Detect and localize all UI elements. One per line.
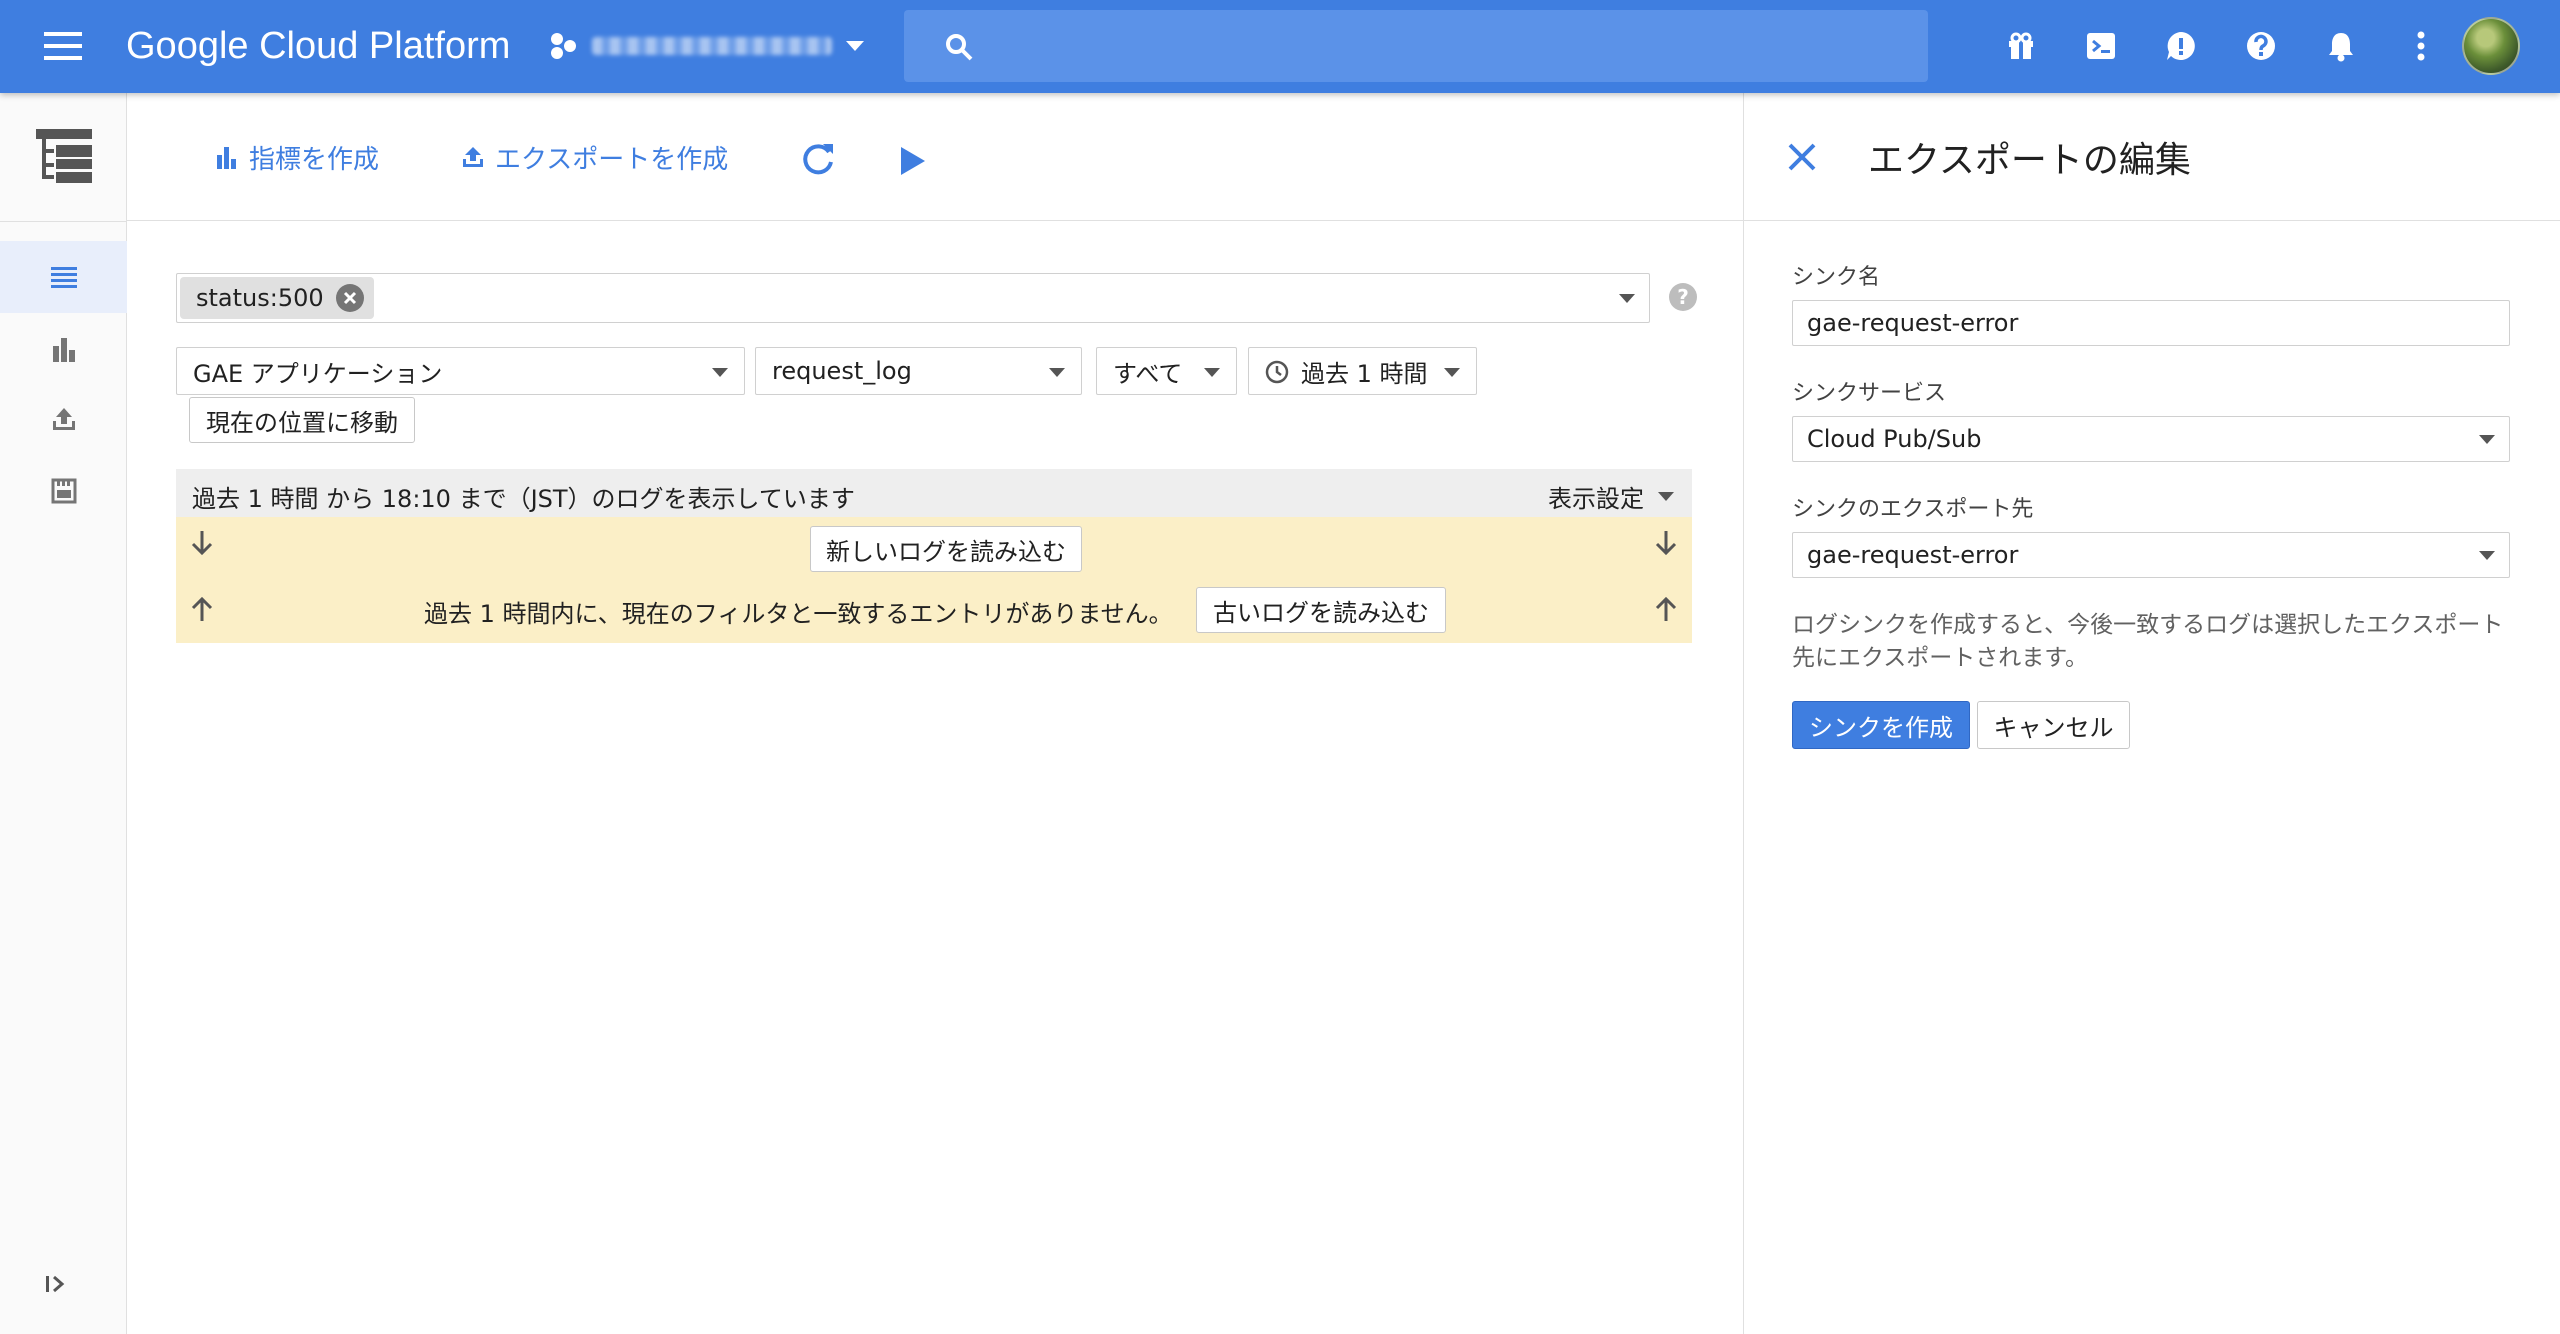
- log-range-header: 過去 1 時間 から 18:10 まで（JST）のログを表示しています 表示設定: [176, 469, 1692, 517]
- view-settings-dropdown[interactable]: 表示設定: [1548, 479, 1674, 514]
- chevron-down-icon: [712, 368, 728, 377]
- rail-divider: [0, 221, 127, 222]
- top-app-bar: Google Cloud Platform: [0, 0, 2560, 93]
- log-name-select[interactable]: request_log: [755, 347, 1082, 395]
- bar-chart-icon: [215, 145, 239, 169]
- gift-icon[interactable]: [2001, 26, 2041, 66]
- sink-name-value: gae-request-error: [1807, 309, 2019, 337]
- filter-chip-label: status:500: [196, 284, 324, 312]
- arrow-up-icon: [1654, 595, 1678, 623]
- chevron-down-icon[interactable]: [1619, 294, 1635, 303]
- sink-service-select[interactable]: Cloud Pub/Sub: [1792, 416, 2510, 462]
- clock-icon: [1265, 360, 1289, 384]
- left-nav-rail: [0, 93, 127, 1334]
- refresh-icon[interactable]: [799, 135, 837, 183]
- chevron-down-icon: [1658, 492, 1674, 501]
- arrow-down-icon: [190, 529, 214, 557]
- log-entries-area: 新しいログを読み込む 過去 1 時間内に、現在のフィルタと一致するエントリがあり…: [176, 517, 1692, 643]
- logs-list-icon: [50, 266, 78, 288]
- export-icon: [51, 406, 77, 432]
- no-entries-message: 過去 1 時間内に、現在のフィルタと一致するエントリがありません。: [424, 600, 1173, 628]
- project-selector[interactable]: [548, 24, 864, 68]
- resource-icon: [51, 478, 77, 504]
- panel-header: エクスポートの編集: [1744, 93, 2560, 221]
- log-range-text: 過去 1 時間 から 18:10 まで（JST）のログを表示しています: [192, 485, 855, 513]
- time-range-select[interactable]: 過去 1 時間: [1248, 347, 1477, 395]
- time-range-select-value: 過去 1 時間: [1301, 359, 1428, 388]
- chevron-down-icon: [2479, 551, 2495, 560]
- search-input[interactable]: [1000, 24, 1900, 68]
- load-newer-logs-button[interactable]: 新しいログを読み込む: [810, 526, 1082, 572]
- panel-title: エクスポートの編集: [1868, 140, 2191, 181]
- sink-destination-value: gae-request-error: [1807, 541, 2019, 569]
- chevron-down-icon: [846, 41, 864, 51]
- brand-title[interactable]: Google Cloud Platform: [126, 20, 510, 72]
- log-level-select-value: すべて: [1113, 359, 1183, 388]
- log-name-select-value: request_log: [772, 357, 912, 385]
- project-name-redacted: [592, 37, 832, 55]
- rail-item-resource-usage[interactable]: [0, 455, 127, 527]
- filter-chip[interactable]: status:500: [180, 277, 374, 319]
- toolbar: 指標を作成 エクスポートを作成: [127, 93, 1743, 221]
- create-export-button[interactable]: エクスポートを作成: [461, 133, 728, 181]
- logs-viewer: 指標を作成 エクスポートを作成 status:500 ? GAE アプリケーショ…: [127, 93, 1743, 1334]
- create-metric-button[interactable]: 指標を作成: [215, 133, 379, 181]
- sink-name-label: シンク名: [1792, 265, 1881, 290]
- view-settings-label: 表示設定: [1548, 485, 1644, 513]
- create-sink-button[interactable]: シンクを作成: [1792, 701, 1970, 749]
- chevron-down-icon: [2479, 435, 2495, 444]
- edit-export-panel: エクスポートの編集 シンク名 gae-request-error シンクサービス…: [1743, 93, 2560, 1334]
- cancel-button[interactable]: キャンセル: [1977, 701, 2130, 749]
- rail-item-logs[interactable]: [0, 241, 127, 313]
- help-icon[interactable]: [2241, 26, 2281, 66]
- sink-service-label: シンクサービス: [1792, 381, 1947, 406]
- sink-destination-select[interactable]: gae-request-error: [1792, 532, 2510, 578]
- arrow-down-icon: [1654, 529, 1678, 557]
- bar-chart-icon: [51, 336, 77, 362]
- notifications-icon[interactable]: [2321, 26, 2361, 66]
- export-icon: [461, 145, 485, 169]
- chevron-down-icon: [1204, 368, 1220, 377]
- sink-help-text: ログシンクを作成すると、今後一致するログは選択したエクスポート先にエクスポートさ…: [1792, 612, 2504, 671]
- load-older-logs-button[interactable]: 古いログを読み込む: [1196, 587, 1446, 633]
- create-metric-label: 指標を作成: [249, 144, 380, 175]
- create-export-label: エクスポートを作成: [495, 144, 729, 175]
- remove-chip-icon[interactable]: [335, 284, 364, 312]
- menu-icon[interactable]: [36, 24, 92, 68]
- filter-help-icon[interactable]: ?: [1669, 283, 1697, 311]
- arrow-up-icon: [190, 595, 214, 623]
- resource-select-value: GAE アプリケーション: [193, 359, 443, 388]
- log-level-select[interactable]: すべて: [1096, 347, 1237, 395]
- logging-logo-icon: [34, 127, 94, 185]
- search-bar[interactable]: [904, 10, 1928, 82]
- avatar[interactable]: [2462, 17, 2520, 75]
- rail-item-metrics[interactable]: [0, 313, 127, 385]
- cloud-shell-icon[interactable]: [2081, 26, 2121, 66]
- feedback-icon[interactable]: [2161, 26, 2201, 66]
- project-icon: [548, 31, 578, 61]
- close-icon[interactable]: [1786, 141, 1818, 173]
- expand-icon[interactable]: [44, 1273, 68, 1295]
- more-vert-icon[interactable]: [2401, 26, 2441, 66]
- chevron-down-icon: [1049, 368, 1065, 377]
- resource-select[interactable]: GAE アプリケーション: [176, 347, 745, 395]
- play-icon[interactable]: [899, 137, 927, 185]
- sink-service-value: Cloud Pub/Sub: [1807, 425, 1982, 453]
- chevron-down-icon: [1444, 368, 1460, 377]
- rail-item-exports[interactable]: [0, 383, 127, 455]
- sink-name-input[interactable]: gae-request-error: [1792, 300, 2510, 346]
- sink-destination-label: シンクのエクスポート先: [1792, 497, 2034, 522]
- jump-to-now-button[interactable]: 現在の位置に移動: [189, 397, 415, 443]
- filter-input[interactable]: status:500: [176, 273, 1650, 323]
